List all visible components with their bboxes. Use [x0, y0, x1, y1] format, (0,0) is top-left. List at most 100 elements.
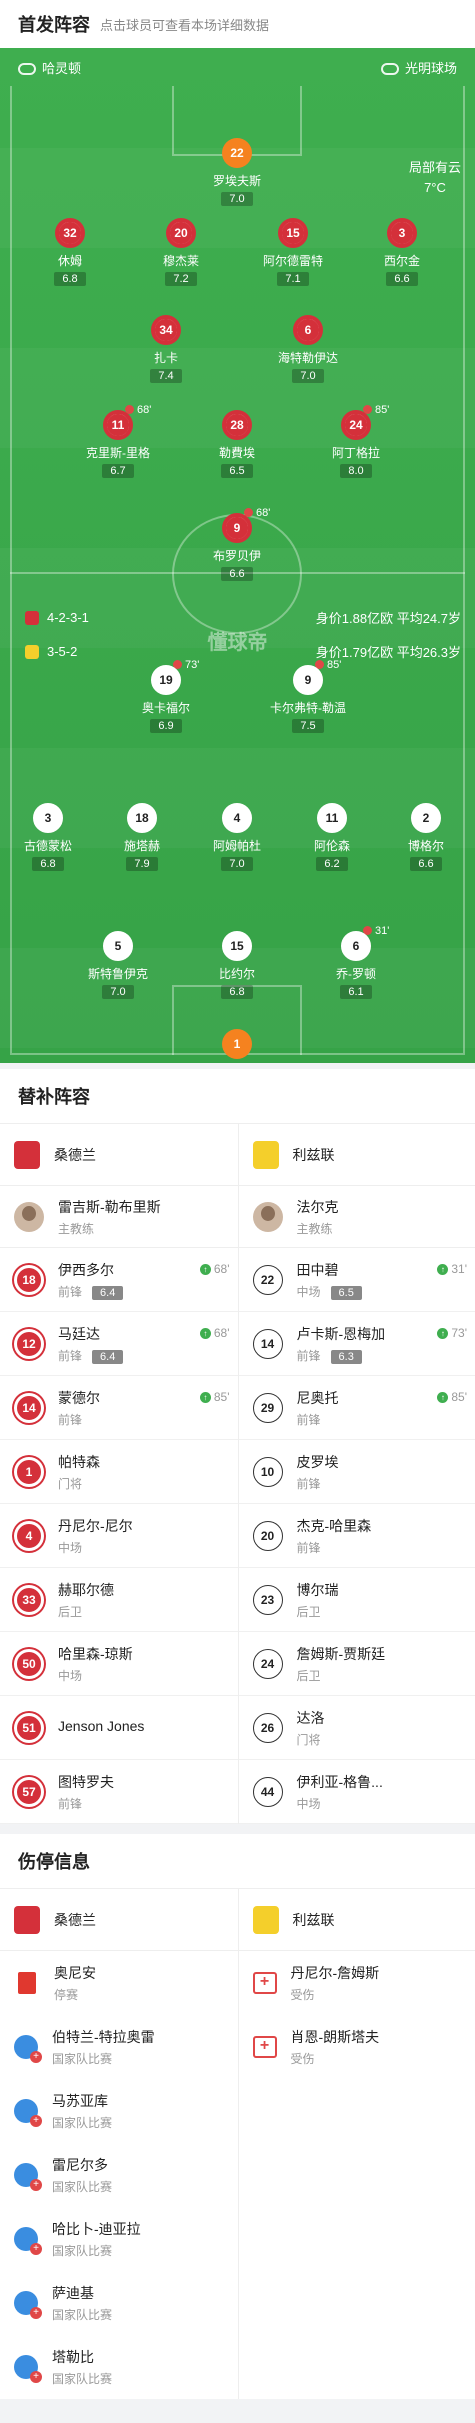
jersey-icon: 11: [103, 410, 133, 440]
sub-player-position: 后卫: [58, 1604, 83, 1619]
player-rating: 6.1: [340, 985, 372, 999]
sub-player-row[interactable]: 14 卢卡斯-恩梅加前锋 6.3 73': [238, 1312, 475, 1376]
away-player[interactable]: 31' 6 乔-罗顿 6.1: [301, 925, 411, 1000]
injury-row[interactable]: 哈比卜-迪亚拉国家队比赛: [0, 2207, 238, 2271]
injury-row[interactable]: 塔勒比国家队比赛: [0, 2335, 238, 2399]
player-name: 布罗贝伊: [212, 549, 261, 563]
home-player[interactable]: 32 休姆 6.8: [15, 218, 125, 287]
injury-row[interactable]: 马苏亚库国家队比赛: [0, 2079, 238, 2143]
home-player[interactable]: 22 罗埃夫斯 7.0: [182, 138, 292, 207]
injuries-title: 伤停信息: [0, 1834, 475, 1888]
sub-player-row[interactable]: 14 蒙德尔前锋 85': [0, 1376, 238, 1440]
sub-player-rating: 6.4: [92, 1349, 124, 1364]
sub-player-row[interactable]: 29 尼奥托前锋 85': [238, 1376, 475, 1440]
player-name: 比约尔: [218, 967, 255, 981]
sub-player-position: 前锋: [296, 1476, 321, 1491]
globe-icon: [14, 2035, 42, 2063]
player-rating: 6.9: [150, 719, 182, 733]
home-coach-row[interactable]: 雷吉斯-勒布里斯 主教练: [0, 1186, 238, 1248]
sunderland-crest-icon: [14, 1905, 40, 1934]
away-player[interactable]: 73' 19 奥卡福尔 6.9: [111, 659, 221, 734]
sub-player-row[interactable]: 51 Jenson Jones: [0, 1696, 238, 1760]
sunderland-crest-icon: [14, 1140, 40, 1169]
player-name: 西尔金: [383, 254, 420, 268]
injury-row[interactable]: 肖恩-朗斯塔夫受伤: [239, 2015, 475, 2079]
sub-player-row[interactable]: 10 皮罗埃 前锋: [238, 1440, 475, 1504]
sub-player-name: 詹姆斯-贾斯廷: [296, 1645, 386, 1662]
sub-player-row[interactable]: 24 詹姆斯-贾斯廷 后卫: [238, 1632, 475, 1696]
injury-row[interactable]: 萨迪基国家队比赛: [0, 2271, 238, 2335]
injury-row[interactable]: 伯特兰-特拉奥雷国家队比赛: [0, 2015, 238, 2079]
home-crest-icon: [25, 610, 39, 625]
player-rating: 7.0: [102, 985, 134, 999]
home-player[interactable]: 15 阿尔德雷特 7.1: [238, 218, 348, 287]
home-team-row[interactable]: 桑德兰: [0, 1124, 238, 1186]
away-player[interactable]: 2 博格尔 6.6: [371, 803, 475, 872]
away-player[interactable]: 18 施塔赫 7.9: [87, 803, 197, 872]
injury-row[interactable]: 雷尼尔多国家队比赛: [0, 2143, 238, 2207]
player-rating: 6.8: [32, 857, 64, 871]
injury-player-name: 伯特兰-特拉奥雷: [52, 2029, 155, 2045]
sub-player-row[interactable]: 1 帕特森 门将: [0, 1440, 238, 1504]
player-rating: 7.0: [221, 857, 253, 871]
injury-row[interactable]: 奥尼安 停赛: [0, 1951, 238, 2015]
player-rating: 6.6: [221, 567, 253, 581]
jersey-icon: 50: [14, 1648, 44, 1679]
sub-player-position: 前锋: [58, 1796, 83, 1811]
sub-player-row[interactable]: 4 丹尼尔-尼尔 中场: [0, 1504, 238, 1568]
player-rating: 7.0: [221, 192, 253, 206]
lineup-subtitle: 点击球员可查看本场详细数据: [100, 17, 270, 33]
injury-reason: 国家队比赛: [52, 2372, 113, 2386]
away-player[interactable]: 15 比约尔 6.8: [182, 931, 292, 1000]
sub-player-row[interactable]: 44 伊利亚-格鲁... 中场: [238, 1760, 475, 1824]
home-label: 哈灵顿: [42, 60, 82, 76]
player-name: 扎卡: [153, 351, 178, 365]
away-player[interactable]: 4 阿姆帕杜 7.0: [182, 803, 292, 872]
jersey-number: 6: [297, 319, 319, 341]
sub-player-position: 后卫: [296, 1668, 321, 1683]
jersey-number: 3: [391, 222, 413, 244]
home-player[interactable]: 3 西尔金 6.6: [347, 218, 457, 287]
sub-player-row[interactable]: 18 伊西多尔前锋 6.4 68': [0, 1248, 238, 1312]
sub-player-name: 丹尼尔-尼尔: [58, 1517, 133, 1534]
away-player[interactable]: 1卢卡斯-佩里6.7: [182, 1029, 292, 1063]
sub-player-row[interactable]: 33 赫耶尔德 后卫: [0, 1568, 238, 1632]
temperature: 7°C: [424, 180, 446, 195]
sub-player-row[interactable]: 20 杰克-哈里森 前锋: [238, 1504, 475, 1568]
red-card-icon: [18, 1972, 36, 1994]
injury-row[interactable]: 丹尼尔-詹姆斯受伤: [239, 1951, 475, 2015]
sub-player-row[interactable]: 23 博尔瑞 后卫: [238, 1568, 475, 1632]
jersey-icon: 9: [293, 665, 323, 695]
sub-player-row[interactable]: 12 马廷达前锋 6.4 68': [0, 1312, 238, 1376]
sub-player-row[interactable]: 22 田中碧中场 6.5 31': [238, 1248, 475, 1312]
away-coach-row[interactable]: 法尔克 主教练: [238, 1186, 475, 1248]
away-team-row[interactable]: 利兹联: [238, 1889, 475, 1951]
jersey-number: 28: [226, 414, 248, 436]
away-player[interactable]: 85' 9 卡尔弗特-勒温 7.5: [253, 659, 363, 734]
jersey-icon: 33: [14, 1584, 44, 1615]
home-player[interactable]: 68' 9 布罗贝伊 6.6: [182, 507, 292, 582]
away-team-row[interactable]: 利兹联: [238, 1124, 475, 1186]
sub-player-rating: 6.5: [330, 1285, 362, 1300]
sub-player-row[interactable]: 50 哈里森-琼斯 中场: [0, 1632, 238, 1696]
injuries-panel: 桑德兰 奥尼安停赛伯特兰-特拉奥雷国家队比赛马苏亚库国家队比赛雷尼尔多国家队比赛…: [0, 1888, 475, 2399]
away-player[interactable]: 5 斯特鲁伊克 7.0: [63, 931, 173, 1000]
sub-player-row[interactable]: 57 图特罗夫 前锋: [0, 1760, 238, 1824]
home-player[interactable]: 28 勒費埃 6.5: [182, 410, 292, 479]
injury-reason: 国家队比赛: [52, 2052, 113, 2066]
jersey-icon: 15: [278, 218, 308, 248]
sub-player-row[interactable]: 26 达洛 门将: [238, 1696, 475, 1760]
injury-player-name: 哈比卜-迪亚拉: [52, 2221, 141, 2237]
home-player[interactable]: 85' 24 阿丁格拉 8.0: [301, 404, 411, 479]
sub-player-position: 中场: [58, 1540, 83, 1555]
coach-role: 主教练: [58, 1221, 95, 1236]
home-team-row[interactable]: 桑德兰: [0, 1889, 238, 1951]
weather: 局部有云 7°C: [409, 158, 461, 198]
leeds-crest-icon: [252, 1905, 279, 1934]
sub-player-name: 蒙德尔: [58, 1389, 100, 1406]
home-player[interactable]: 68' 11 克里斯-里格 6.7: [63, 404, 173, 479]
home-player[interactable]: 34 扎卡 7.4: [111, 315, 221, 384]
home-player[interactable]: 20 穆杰莱 7.2: [126, 218, 236, 287]
home-player[interactable]: 6 海特勒伊达 7.0: [253, 315, 363, 384]
player-name: 穆杰莱: [162, 254, 199, 268]
